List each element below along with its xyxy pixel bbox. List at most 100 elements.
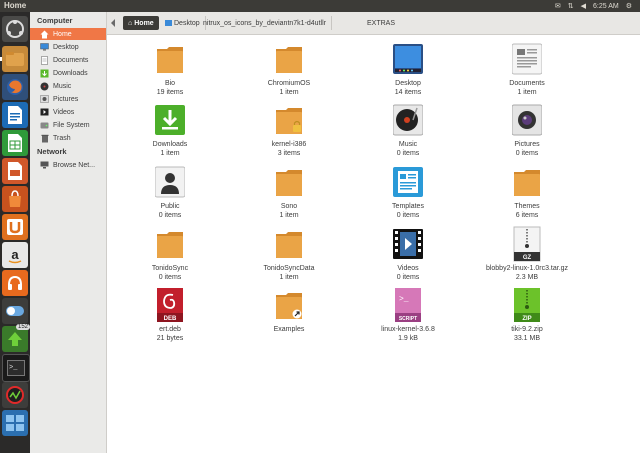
system-monitor-icon[interactable] [2, 382, 28, 408]
pictures-folder-icon [512, 104, 542, 136]
files-icon[interactable] [2, 46, 28, 72]
power-gear-icon[interactable]: ⚙ [626, 2, 632, 10]
sidebar-item-label: Browse Net... [53, 161, 96, 169]
dash-icon[interactable] [2, 16, 28, 42]
back-arrow-icon[interactable] [111, 19, 115, 27]
file-item-blobby2-archive[interactable]: GZ blobby2-linux-1.0rc3.tar.gz 2.3 MB [479, 226, 575, 286]
trash-icon [40, 134, 49, 143]
sidebar-item-videos[interactable]: Videos [30, 106, 106, 118]
music-player-icon[interactable] [2, 270, 28, 296]
script-file-icon: >_ SCRIPT [395, 288, 421, 322]
file-item-templates[interactable]: Templates 0 items [360, 164, 456, 224]
home-icon [40, 30, 49, 39]
file-item-public[interactable]: Public 0 items [122, 164, 218, 224]
sidebar-item-label: File System [53, 121, 90, 129]
sidebar-item-file-system[interactable]: File System [30, 119, 106, 131]
file-detail: 3 items [277, 150, 301, 157]
file-item-examples[interactable]: Examples [241, 287, 337, 347]
file-item-sono[interactable]: Sono 1 item [241, 164, 337, 224]
videos-folder-icon [393, 229, 423, 259]
file-detail: 0 items [396, 274, 420, 281]
firefox-icon[interactable] [2, 74, 28, 100]
locked-folder-icon [276, 108, 302, 134]
file-name: Pictures [514, 141, 540, 148]
breadcrumb-label: Desktop [174, 19, 200, 27]
volume-indicator-icon[interactable]: ◀ [581, 2, 586, 10]
breadcrumb-nitrux-folder[interactable]: nitrux_os_icons_by_deviantn7k1-d4utllr [198, 16, 332, 30]
file-name: Sono [280, 203, 298, 210]
sidebar-item-trash[interactable]: Trash [30, 132, 106, 144]
calc-icon[interactable] [2, 130, 28, 156]
deb-package-icon: DEB [157, 288, 183, 322]
impress-icon[interactable] [2, 158, 28, 184]
terminal-icon[interactable]: >_ [2, 354, 30, 382]
file-detail: 0 items [396, 150, 420, 157]
breadcrumb-extras[interactable]: EXTRAS [362, 16, 400, 30]
breadcrumb-label: Home [134, 19, 154, 27]
file-item-ert-deb[interactable]: DEB ert.deb 21 bytes [122, 287, 218, 347]
file-item-music[interactable]: Music 0 items [360, 102, 456, 162]
music-folder-icon [393, 104, 423, 136]
file-name: ChromiumOS [267, 80, 311, 87]
settings-toggle-icon[interactable] [2, 298, 28, 324]
file-detail: 1 item [517, 89, 537, 96]
sidebar-item-pictures[interactable]: Pictures [30, 93, 106, 105]
breadcrumb-label: nitrux_os_icons_by_deviantn7k1-d4utllr [203, 19, 326, 27]
path-bar: ⌂ Home Desktop nitrux_os_icons_by_devian… [107, 12, 640, 35]
sidebar-item-desktop[interactable]: Desktop [30, 41, 106, 53]
file-item-tonidosync[interactable]: TonidoSync 0 items [122, 226, 218, 286]
file-detail: 1 item [279, 89, 299, 96]
videos-icon [40, 108, 49, 117]
file-grid: Bio 19 items ChromiumOS 1 item Desktop 1… [107, 35, 640, 453]
network-indicator-icon[interactable]: ⇅ [568, 2, 574, 10]
file-detail: 1.9 kB [398, 335, 418, 342]
breadcrumb-home[interactable]: ⌂ Home [123, 16, 159, 30]
file-type-badge: ZIP [522, 316, 531, 322]
folder-icon [514, 170, 540, 196]
ubuntu-one-icon[interactable] [2, 214, 28, 240]
sidebar-item-browse-network[interactable]: Browse Net... [30, 159, 106, 171]
folder-icon [276, 47, 302, 73]
file-item-bio[interactable]: Bio 19 items [122, 41, 218, 101]
file-type-badge: DEB [164, 316, 177, 322]
file-detail: 33.1 MB [513, 335, 541, 342]
file-item-pictures[interactable]: Pictures 0 items [479, 102, 575, 162]
network-section-header: Network [37, 147, 67, 156]
file-name: Public [160, 203, 180, 210]
sidebar-item-downloads[interactable]: Downloads [30, 67, 106, 79]
file-item-chromiumos[interactable]: ChromiumOS 1 item [241, 41, 337, 101]
sidebar-item-label: Music [53, 82, 72, 90]
file-item-videos[interactable]: Videos 0 items [360, 226, 456, 286]
file-item-desktop[interactable]: Desktop 14 items [360, 41, 456, 101]
mail-indicator-icon[interactable]: ✉ [555, 2, 561, 10]
file-detail: 6 items [515, 212, 539, 219]
file-name: TonidoSyncData [263, 265, 315, 272]
file-item-tonidosyncdata[interactable]: TonidoSyncData 1 item [241, 226, 337, 286]
software-center-icon[interactable] [2, 186, 28, 212]
file-name: tiki-9.2.zip [511, 326, 543, 333]
file-name: Downloads [152, 141, 188, 148]
file-name: Videos [397, 265, 419, 272]
file-detail: 0 items [158, 212, 182, 219]
sidebar-item-label: Pictures [53, 95, 79, 103]
file-item-kernel-i386[interactable]: kernel-i386 3 items [241, 102, 337, 162]
sidebar-item-documents[interactable]: Documents [30, 54, 106, 66]
file-item-themes[interactable]: Themes 6 items [479, 164, 575, 224]
file-name: kernel-i386 [271, 141, 307, 148]
file-item-downloads[interactable]: Downloads 1 item [122, 102, 218, 162]
sidebar-item-home[interactable]: Home [30, 28, 106, 40]
writer-icon[interactable] [2, 102, 28, 128]
update-manager-icon[interactable]: 152 [2, 324, 30, 352]
file-name: TonidoSync [151, 265, 189, 272]
file-item-linux-kernel-script[interactable]: >_ SCRIPT linux-kernel-3.6.8 1.9 kB [360, 287, 456, 347]
archive-zip-icon: ZIP [514, 288, 540, 322]
file-item-documents[interactable]: Documents 1 item [479, 41, 575, 101]
workspace-icon[interactable] [2, 410, 28, 436]
system-tray: ✉ ⇅ ◀ 6:25 AM ⚙ [555, 0, 640, 12]
sidebar-item-music[interactable]: Music [30, 80, 106, 92]
file-item-tiki-zip[interactable]: ZIP tiki-9.2.zip 33.1 MB [479, 287, 575, 347]
file-detail: 0 items [158, 274, 182, 281]
file-name: Themes [514, 203, 540, 210]
clock[interactable]: 6:25 AM [593, 3, 619, 10]
amazon-icon[interactable]: a [2, 242, 28, 268]
